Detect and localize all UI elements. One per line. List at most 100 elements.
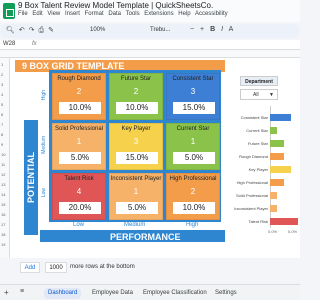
paint-format-icon[interactable]: ✎ <box>48 27 55 34</box>
box-count: 2 <box>76 87 82 96</box>
menu-extensions[interactable]: Extensions <box>144 11 173 17</box>
chart-bar-label: Key Player <box>248 167 268 172</box>
menu-tools[interactable]: Tools <box>126 11 140 17</box>
menu-insert[interactable]: Insert <box>65 11 80 17</box>
tab-employee-data[interactable]: Employee Data <box>88 288 137 299</box>
zoom-select[interactable]: 100% <box>90 27 105 33</box>
column-headers[interactable] <box>0 50 300 58</box>
row-number[interactable]: 8 <box>1 132 3 137</box>
box-count: 2 <box>133 87 139 96</box>
box-count: 2 <box>190 187 196 196</box>
menu-accessibility[interactable]: Accessibility <box>195 11 228 17</box>
minus-icon[interactable]: − <box>190 26 196 33</box>
box-title: Key Player <box>121 126 151 132</box>
rows-count-input[interactable]: 1000 <box>45 262 67 273</box>
row-number[interactable]: 2 <box>1 72 3 77</box>
box-key-player[interactable]: Key Player 3 15.0% <box>109 123 163 170</box>
box-talent-risk[interactable]: Talent Risk 4 20.0% <box>52 173 106 220</box>
text-color-icon[interactable]: A <box>229 26 236 33</box>
chart-bar-label: Consistent Star <box>240 115 268 120</box>
row-number[interactable]: 4 <box>1 92 3 97</box>
add-sheet-icon[interactable]: + <box>4 288 9 297</box>
box-rough-diamond[interactable]: Rough Diamond 2 10.0% <box>52 73 106 120</box>
box-count: 3 <box>133 137 139 146</box>
redo-icon[interactable]: ↷ <box>29 27 36 34</box>
box-solid-professional[interactable]: Solid Professional 1 5.0% <box>52 123 106 170</box>
row-number[interactable]: 6 <box>1 112 3 117</box>
box-count: 4 <box>76 187 82 196</box>
box-current-star[interactable]: Current Star 1 5.0% <box>166 123 220 170</box>
x-level-medium: Medium <box>124 222 146 228</box>
row-number[interactable]: 17 <box>1 222 5 227</box>
tab-dashboard[interactable]: Dashboard <box>44 288 82 299</box>
row-number[interactable]: 5 <box>1 102 3 107</box>
axis-tick: 0.0% <box>268 229 278 234</box>
chart-bar <box>270 127 277 134</box>
menu-help[interactable]: Help <box>178 11 190 17</box>
chart-bar-label: Inconsistent Player <box>234 206 268 211</box>
box-future-star[interactable]: Future Star 2 10.0% <box>109 73 163 120</box>
row-number[interactable]: 3 <box>1 82 3 87</box>
italic-icon[interactable]: I <box>221 26 225 33</box>
chart-bar <box>270 114 291 121</box>
chart-bar <box>270 192 277 199</box>
row-number[interactable]: 9 <box>1 142 3 147</box>
potential-label: POTENTIAL <box>26 152 36 204</box>
menu-file[interactable]: File <box>18 11 28 17</box>
chart-bar-label: Future Star <box>247 141 268 146</box>
chart-bar <box>270 166 291 173</box>
menu-data[interactable]: Data <box>108 11 121 17</box>
row-number[interactable]: 15 <box>1 202 5 207</box>
axis-tick: 5.0% <box>288 229 298 234</box>
print-icon[interactable]: ⎙ <box>39 27 46 34</box>
menu-view[interactable]: View <box>47 11 60 17</box>
font-select[interactable]: Trebu... <box>150 27 170 33</box>
menu-bar: File Edit View Insert Format Data Tools … <box>18 11 231 17</box>
row-number[interactable]: 13 <box>1 182 5 187</box>
name-box[interactable]: W28 <box>3 41 15 47</box>
add-rows-button[interactable]: Add <box>20 262 40 273</box>
box-title: Inconsistent Player <box>110 176 162 182</box>
row-headers[interactable]: 1 2 3 4 5 6 7 8 9 10 11 12 13 14 15 16 1… <box>0 58 10 258</box>
box-high-professional[interactable]: High Professional 2 10.0% <box>166 173 220 220</box>
chevron-down-icon: ▼ <box>269 92 274 98</box>
undo-icon[interactable]: ↶ <box>19 27 26 34</box>
row-number[interactable]: 10 <box>1 152 5 157</box>
toolbar-format-icons: − + B I A <box>190 26 235 33</box>
box-percent: 20.0% <box>59 202 101 214</box>
box-consistent-star[interactable]: Consistent Star 3 15.0% <box>166 73 220 120</box>
row-number[interactable]: 7 <box>1 122 3 127</box>
plus-icon[interactable]: + <box>200 26 206 33</box>
sheets-logo-icon[interactable] <box>3 3 15 19</box>
chart-bar-label: Talent Risk <box>248 219 268 224</box>
box-title: High Professional <box>169 176 217 182</box>
all-sheets-icon[interactable]: ≡ <box>20 288 24 295</box>
chart-bar <box>270 153 284 160</box>
row-number[interactable]: 14 <box>1 192 5 197</box>
fx-icon: fx <box>32 41 37 47</box>
box-count: 1 <box>76 137 82 146</box>
y-level-low: Low <box>41 188 47 198</box>
row-number[interactable]: 1 <box>1 62 3 67</box>
box-count: 1 <box>133 187 139 196</box>
box-percent: 10.0% <box>116 102 158 114</box>
bold-icon[interactable]: B <box>210 26 217 33</box>
box-inconsistent-player[interactable]: Inconsistent Player 1 5.0% <box>109 173 163 220</box>
row-number[interactable]: 12 <box>1 172 5 177</box>
menu-format[interactable]: Format <box>85 11 104 17</box>
toolbar-icons: 🔍︎ ↶ ↷ ⎙ ✎ <box>6 26 55 35</box>
department-select[interactable]: All ▼ <box>240 89 278 100</box>
row-number[interactable]: 19 <box>1 242 5 247</box>
box-title: Future Star <box>120 76 151 82</box>
search-icon[interactable]: 🔍︎ <box>6 27 16 34</box>
chart-bar <box>270 205 277 212</box>
menu-edit[interactable]: Edit <box>32 11 42 17</box>
row-number[interactable]: 16 <box>1 212 5 217</box>
tab-settings[interactable]: Settings <box>211 288 241 299</box>
title-bar: 9 Box Talent Review Model Template | Qui… <box>0 0 300 22</box>
row-number[interactable]: 18 <box>1 232 5 237</box>
document-title[interactable]: 9 Box Talent Review Model Template | Qui… <box>18 1 213 10</box>
row-number[interactable]: 11 <box>1 162 5 167</box>
box-percent: 15.0% <box>116 152 158 164</box>
tab-employee-classification[interactable]: Employee Classification <box>139 288 211 299</box>
